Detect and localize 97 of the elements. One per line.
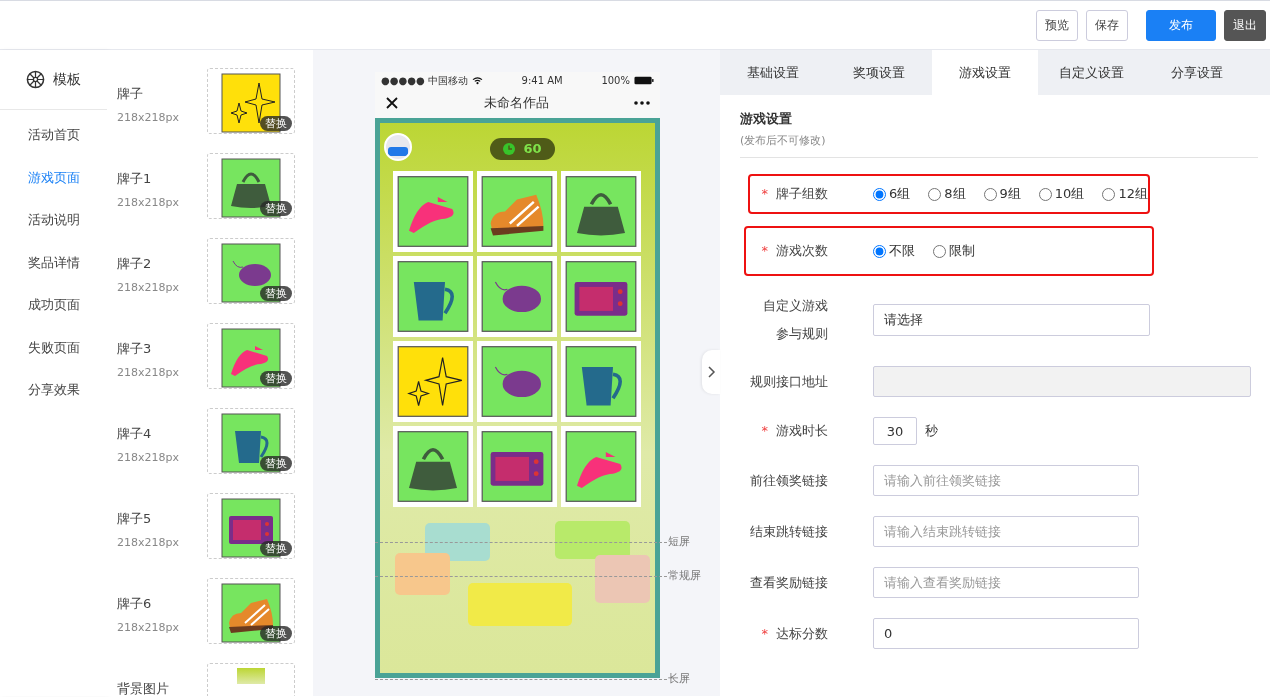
timer-text: 60	[523, 140, 542, 159]
field-label: 规则接口地址	[750, 372, 828, 391]
collapse-handle[interactable]	[702, 350, 720, 394]
more-icon[interactable]	[634, 101, 650, 105]
asset-size: 218x218px	[117, 194, 179, 211]
input-field[interactable]: 请输入前往领奖链接	[873, 465, 1139, 496]
wifi-icon	[471, 75, 483, 85]
replace-button[interactable]: 替换	[260, 371, 292, 386]
asset-name: 背景图片	[117, 680, 169, 696]
field-label: 查看奖励链接	[750, 573, 828, 592]
radio-label[interactable]: 12组	[1118, 184, 1148, 204]
sidebar-item[interactable]: 分享效果	[0, 369, 107, 412]
radio-button[interactable]	[873, 244, 886, 258]
radio-label[interactable]: 9组	[999, 184, 1021, 204]
wheel-icon	[26, 70, 45, 89]
sidebar-item[interactable]: 成功页面	[0, 284, 107, 327]
radio-label[interactable]: 8组	[944, 184, 966, 204]
section-note: (发布后不可修改)	[740, 132, 827, 149]
field-label: 自定义游戏	[763, 297, 828, 315]
sidebar-item[interactable]: 活动首页	[0, 114, 107, 157]
radio-button[interactable]	[928, 187, 942, 201]
asset-name: 牌子1	[117, 170, 153, 188]
field-label: 结束跳转链接	[750, 522, 828, 541]
asset-size: 218x218px	[117, 364, 179, 381]
asset-size: 218x218px	[117, 279, 179, 296]
asset-name: 牌子	[117, 85, 144, 103]
radio-button[interactable]	[1102, 187, 1116, 201]
speech-bubble	[425, 523, 490, 561]
radio-label[interactable]: 限制	[949, 241, 975, 261]
page-title: 未命名作品	[484, 94, 549, 113]
asset-size: 218x218px	[117, 619, 179, 636]
replace-button[interactable]: 替换	[260, 541, 292, 556]
unit-label: 秒	[925, 422, 938, 441]
sidebar-item[interactable]: 失败页面	[0, 326, 107, 369]
marker-label: 常规屏	[668, 569, 701, 583]
close-icon[interactable]	[385, 96, 399, 110]
field-label: 游戏时长	[776, 422, 828, 440]
input-field[interactable]: 0	[873, 618, 1139, 649]
asset-name: 牌子2	[117, 255, 153, 273]
field-label: 达标分数	[776, 624, 828, 643]
status-time: 9:41 AM	[521, 73, 563, 88]
settings-tab[interactable]: 分享设置	[1144, 50, 1250, 95]
marker-label: 长屏	[668, 672, 690, 686]
radio-button[interactable]	[873, 187, 886, 201]
asset-size: 218x218px	[117, 534, 179, 551]
input-field[interactable]: 请输入结束跳转链接	[873, 516, 1139, 547]
radio-label[interactable]: 6组	[889, 184, 911, 204]
required-mark: *	[761, 624, 768, 643]
asset-name: 牌子4	[117, 425, 153, 443]
radio-label[interactable]: 不限	[889, 241, 915, 261]
toolbar-button[interactable]: 预览	[1036, 9, 1078, 41]
field-label: 游戏次数	[776, 242, 828, 260]
settings-tab[interactable]: 奖项设置	[826, 50, 932, 95]
speech-bubble	[595, 555, 650, 603]
asset-size: 218x218px	[117, 449, 179, 466]
radio-button[interactable]	[983, 187, 997, 201]
battery-icon	[634, 75, 654, 85]
field-label: 牌子组数	[776, 185, 828, 203]
background-thumbnail	[237, 668, 265, 684]
asset-name: 牌子6	[117, 595, 153, 613]
replace-button[interactable]: 替换	[260, 116, 292, 131]
avatar	[384, 133, 412, 161]
settings-tab[interactable]: 自定义设置	[1038, 50, 1144, 95]
carrier-text: ●●●●● 中国移动	[381, 73, 468, 88]
duration-field[interactable]: 30	[873, 417, 917, 445]
input-field[interactable]: 请输入查看奖励链接	[873, 567, 1139, 598]
toolbar-button[interactable]: 保存	[1086, 9, 1128, 41]
required-mark: *	[761, 185, 768, 203]
field-label: 参与规则	[776, 325, 828, 343]
sidebar-title: 模板	[53, 70, 81, 89]
field-label: 前往领奖链接	[750, 471, 828, 490]
required-mark: *	[761, 242, 768, 260]
chevron-right-icon	[706, 366, 716, 378]
speech-bubble	[395, 553, 450, 595]
sidebar-item[interactable]: 游戏页面	[0, 156, 107, 199]
radio-button[interactable]	[933, 244, 946, 258]
asset-name: 牌子3	[117, 340, 153, 358]
replace-button[interactable]: 替换	[260, 456, 292, 471]
clock-icon	[503, 143, 516, 155]
marker-label: 短屏	[668, 535, 690, 549]
radio-button[interactable]	[1038, 187, 1052, 201]
replace-button[interactable]: 替换	[260, 626, 292, 641]
settings-tab[interactable]: 游戏设置	[932, 50, 1038, 95]
battery-percent: 100%	[601, 73, 630, 88]
replace-button[interactable]: 替换	[260, 201, 292, 216]
sidebar-item[interactable]: 奖品详情	[0, 241, 107, 284]
required-mark: *	[761, 422, 768, 440]
asset-size: 218x218px	[117, 109, 179, 126]
radio-label[interactable]: 10组	[1054, 184, 1085, 204]
section-title: 游戏设置	[740, 110, 793, 128]
settings-tab[interactable]: 基础设置	[720, 50, 826, 95]
sidebar-item[interactable]: 活动说明	[0, 199, 107, 242]
replace-button[interactable]: 替换	[260, 286, 292, 301]
publish-button[interactable]: 发布	[1146, 9, 1216, 41]
exit-button[interactable]: 退出	[1224, 9, 1266, 41]
select-field[interactable]: 请选择	[873, 304, 1150, 336]
asset-name: 牌子5	[117, 510, 153, 528]
